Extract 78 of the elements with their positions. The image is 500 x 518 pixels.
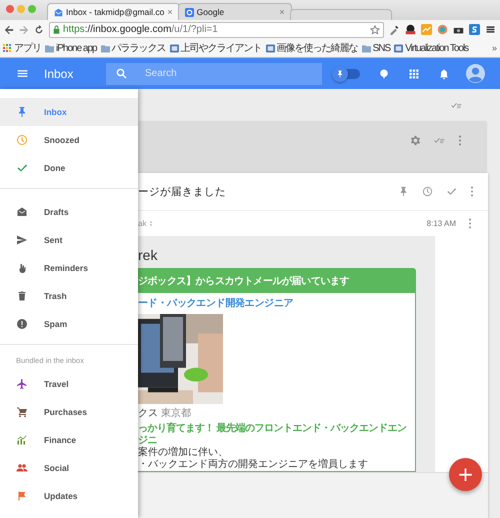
forward-arrow-icon[interactable] [19,24,29,34]
drawer-item[interactable]: Reminders [0,254,138,282]
drawer-item[interactable]: Sent [0,226,138,254]
gauge-icon[interactable] [405,24,416,35]
bookmark[interactable]: アプリ [3,41,41,55]
apps-grid-icon [3,44,12,52]
drawer-item[interactable]: Drafts [0,198,138,226]
more-options-icon[interactable] [470,186,474,197]
drawer-item[interactable]: Purchases [0,398,138,426]
close-window-dot[interactable] [6,5,14,13]
lock-icon [53,25,60,34]
more-options-icon[interactable] [458,135,462,146]
check-icon[interactable] [446,186,457,197]
drawer-item[interactable]: Travel [0,370,138,398]
job-heading: っかり育てます！ 最先端のフロントエンド・バックエンドエンジニ [138,423,408,446]
caret-icon[interactable] [149,220,154,227]
body-text: ・バックエンド両方の開発エンジニアを増員します [138,459,368,471]
notice-header: ジボックス】からスカウトメールが届いています [138,269,415,293]
email-time: 8:13 AM [426,219,456,228]
more-bookmarks-button[interactable]: » [492,43,497,53]
job-link[interactable]: ード・バックエンド開発エンジニア [138,296,294,310]
more-options-icon[interactable] [468,218,472,229]
greeting-text: rek [138,246,158,264]
bell-icon[interactable] [438,68,450,80]
page-icon [170,44,179,52]
avatar[interactable] [466,64,485,83]
tab-title: Google [196,7,226,17]
star-icon[interactable] [370,24,380,34]
color-wheel-icon[interactable] [437,24,448,35]
photo-caption: クス 東京都 [138,406,191,420]
chat-bubble-icon[interactable] [378,68,390,80]
tab-close-button[interactable]: × [167,7,173,17]
browser-tab[interactable]: Inbox - takmidp@gmail.co × [47,3,180,20]
folder-icon [100,44,110,52]
email-subject: ージが届きました [138,184,227,198]
drawer-item[interactable]: Snoozed [0,126,138,154]
drawer-item[interactable]: Done [0,154,138,182]
bookmark[interactable]: パララックス [100,41,166,55]
pin-toggle[interactable] [334,68,360,78]
s-logo-icon[interactable] [469,24,480,35]
eyedropper-icon[interactable] [389,24,400,35]
envelope-icon [54,8,63,16]
g-logo-icon [184,8,194,16]
body-text: 案件の増加に伴い、 [138,447,228,458]
minimize-window-dot[interactable] [17,5,25,13]
settings-icon[interactable] [410,135,421,146]
bookmark[interactable]: iPhone app [45,42,97,54]
back-arrow-icon[interactable] [4,24,14,34]
sender-name: ak [138,219,146,228]
menu-icon[interactable] [485,24,496,35]
check-all-icon[interactable] [434,135,445,146]
tab-title: Inbox - takmidp@gmail.co [66,7,164,17]
folder-icon [45,44,54,52]
drawer-item[interactable]: Social [0,454,138,482]
app-title: Inbox [44,66,74,80]
bookmark[interactable]: SNS [362,42,390,54]
clock-icon[interactable] [422,186,433,197]
bookmark[interactable]: 上司やクライアント [170,41,262,55]
bookmark[interactable]: 画像を使った綺麗な [266,41,358,55]
page-icon [394,44,404,52]
browser-tab[interactable]: Google × [178,3,292,20]
page-icon [266,44,275,52]
reload-icon[interactable] [34,24,44,34]
address-field[interactable]: https://inbox.google.com/u/1/?pli=1 [49,22,384,38]
apps-grid-icon[interactable] [408,68,420,80]
folder-icon [362,44,371,52]
pin-icon [336,70,344,78]
pin-icon[interactable] [398,186,409,197]
url-text: https://inbox.google.com/u/1/?pli=1 [63,24,219,35]
bookmark[interactable]: Virtualization Tools [394,42,468,54]
drawer-item[interactable]: Finance [0,426,138,454]
drawer-item[interactable]: Spam [0,310,138,338]
drawer-item[interactable]: Updates [0,482,138,510]
zoom-window-dot[interactable] [28,5,36,13]
search-icon [116,68,127,79]
drawer-item[interactable]: Trash [0,282,138,310]
search-field[interactable]: Search [106,62,322,84]
chart-icon[interactable] [421,24,432,35]
